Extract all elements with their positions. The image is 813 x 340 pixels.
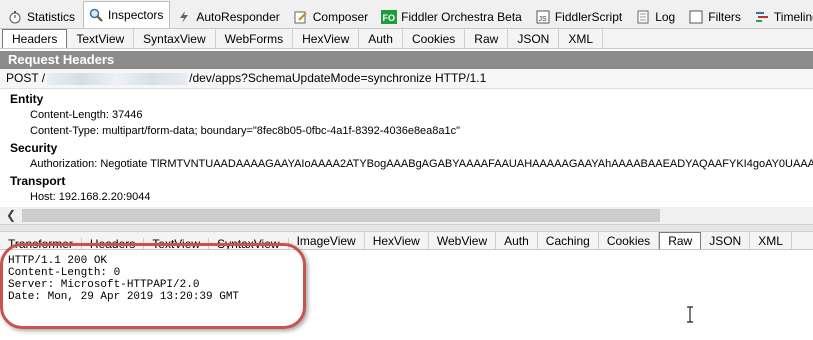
redacted-host (47, 72, 188, 85)
response-line: Content-Length: 0 (8, 267, 121, 279)
header-entry[interactable]: Host: 192.168.2.20:9044 (10, 189, 813, 204)
request-method: POST / (6, 71, 46, 85)
resp-tab-cookies[interactable]: Cookies (599, 232, 660, 249)
request-headers-tree: Entity Content-Length: 37446 Content-Type:… (0, 90, 813, 204)
resp-tab-transformer[interactable]: Transformer (0, 238, 82, 249)
section-transport[interactable]: Transport (10, 174, 813, 189)
top-tab-label: Filters (708, 10, 741, 24)
top-tab-label: Fiddler Orchestra Beta (401, 10, 522, 24)
response-line: Date: Mon, 29 Apr 2019 13:20:39 GMT (8, 291, 240, 303)
req-tab-xml[interactable]: XML (559, 29, 604, 48)
resp-tab-imageview[interactable]: ImageView (289, 232, 365, 249)
response-raw-view[interactable]: HTTP/1.1 200 OK Content-Length: 0 Server: … (0, 251, 813, 340)
text-cursor-icon (687, 306, 693, 323)
top-tab-timeline[interactable]: Timeline (749, 5, 813, 28)
scroll-left-icon[interactable]: ❮ (6, 208, 16, 222)
request-headers-title: Request Headers (0, 51, 813, 69)
request-inspector-tabs: Headers TextView SyntaxView WebForms HexView… (0, 29, 813, 49)
resp-tab-xml[interactable]: XML (750, 232, 792, 249)
svg-text:JS: JS (538, 16, 547, 23)
script-icon: JS (535, 9, 551, 25)
top-tab-label: FiddlerScript (554, 10, 623, 24)
top-tab-autoresponder[interactable]: AutoResponder (171, 5, 286, 28)
top-tab-inspectors[interactable]: Inspectors (83, 1, 171, 28)
timeline-icon (754, 9, 770, 25)
lightning-icon (176, 9, 192, 25)
section-entity[interactable]: Entity (10, 92, 813, 107)
resp-tab-raw[interactable]: Raw (659, 232, 702, 249)
top-tab-composer[interactable]: Composer (288, 5, 375, 28)
req-tab-hexview[interactable]: HexView (293, 29, 360, 48)
response-inspector-tabs: Transformer Headers TextView SyntaxView Imag… (0, 232, 813, 250)
req-tab-syntaxview[interactable]: SyntaxView (134, 29, 216, 48)
resp-tab-auth[interactable]: Auth (496, 232, 538, 249)
top-tab-label: Inspectors (108, 8, 164, 22)
resp-tab-headers[interactable]: Headers (82, 238, 145, 249)
response-line: HTTP/1.1 200 OK (8, 255, 108, 267)
top-tab-statistics[interactable]: Statistics (2, 5, 82, 28)
top-tab-strip: Statistics Inspectors AutoResponder Compose… (0, 0, 813, 29)
svg-text:FO: FO (383, 13, 396, 23)
req-tab-headers[interactable]: Headers (2, 29, 68, 48)
request-path: /dev/apps?SchemaUpdateMode=synchronize H… (189, 71, 487, 85)
top-tab-fiddler-orchestra-beta[interactable]: FO Fiddler Orchestra Beta (376, 5, 529, 28)
log-icon (635, 9, 651, 25)
section-security[interactable]: Security (10, 141, 813, 156)
req-tab-textview[interactable]: TextView (67, 29, 135, 48)
top-tab-fiddlerscript[interactable]: JS FiddlerScript (530, 5, 629, 28)
resp-tab-hexview[interactable]: HexView (365, 232, 429, 249)
pencil-icon (293, 9, 309, 25)
req-tab-raw[interactable]: Raw (465, 29, 509, 48)
top-tab-label: Composer (312, 10, 369, 24)
resp-tab-json[interactable]: JSON (701, 232, 751, 249)
resp-tab-caching[interactable]: Caching (538, 232, 599, 249)
header-entry[interactable]: Content-Length: 37446 (10, 107, 813, 123)
top-tab-label: Log (655, 10, 676, 24)
stopwatch-icon (7, 9, 23, 25)
checkbox-icon (688, 9, 704, 25)
header-entry[interactable]: Authorization: Negotiate TlRMTVNTUAADAAA… (10, 156, 813, 172)
fo-icon: FO (381, 9, 398, 25)
pane-splitter[interactable] (0, 224, 813, 232)
request-line[interactable]: POST / /dev/apps?SchemaUpdateMode=synchro… (0, 69, 813, 89)
top-tab-label: Timeline (773, 10, 813, 24)
resp-tab-syntaxview[interactable]: SyntaxView (209, 238, 289, 249)
top-tab-log[interactable]: Log (630, 5, 682, 28)
req-tab-json[interactable]: JSON (508, 29, 560, 48)
magnifier-icon (88, 7, 104, 23)
scrollbar-thumb[interactable] (22, 209, 660, 222)
response-line: Server: Microsoft-HTTPAPI/2.0 (8, 279, 200, 291)
req-tab-auth[interactable]: Auth (359, 29, 403, 48)
header-entry[interactable]: Content-Type: multipart/form-data; bound… (10, 123, 813, 139)
resp-tab-webview[interactable]: WebView (429, 232, 497, 249)
resp-tab-textview[interactable]: TextView (144, 238, 210, 249)
top-tab-filters[interactable]: Filters (683, 5, 748, 28)
horizontal-scrollbar[interactable]: ❮ (0, 207, 813, 224)
top-tab-label: Statistics (27, 10, 76, 24)
req-tab-cookies[interactable]: Cookies (403, 29, 466, 48)
top-tab-label: AutoResponder (196, 10, 280, 24)
req-tab-webforms[interactable]: WebForms (216, 29, 294, 48)
